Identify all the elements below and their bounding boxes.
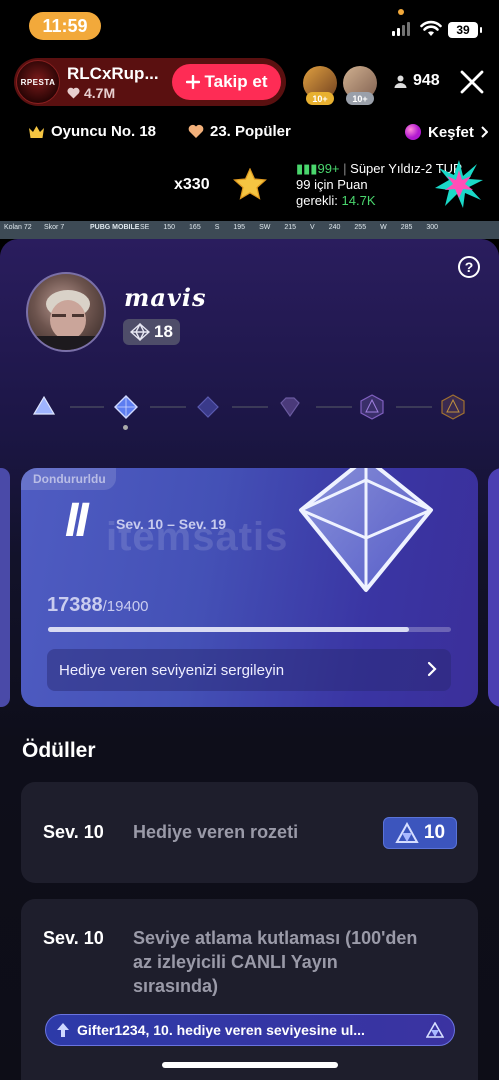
host-pill[interactable]: RPESTA RLCxRup... 4.7M Takip et bbox=[14, 58, 286, 106]
heart-hand-icon bbox=[188, 124, 204, 138]
profile-level-badge: 18 bbox=[123, 319, 180, 345]
crystal-icon bbox=[299, 468, 433, 592]
tier-5-icon[interactable] bbox=[359, 394, 385, 420]
level-progress-bar bbox=[48, 627, 451, 632]
host-name: RLCxRup... bbox=[67, 63, 159, 83]
help-icon[interactable]: ? bbox=[458, 256, 480, 278]
track-line bbox=[150, 406, 186, 408]
orb-icon bbox=[405, 124, 421, 140]
next-card-peek[interactable] bbox=[488, 468, 499, 707]
follow-button[interactable]: Takip et bbox=[172, 64, 281, 100]
player-rank-label: Oyuncu No. 18 bbox=[51, 123, 157, 140]
host-info: RLCxRup... 4.7M bbox=[67, 64, 177, 101]
chevron-right-icon bbox=[481, 126, 488, 138]
profile-avatar bbox=[26, 272, 106, 352]
host-likes: 4.7M bbox=[67, 85, 177, 101]
burst-icon bbox=[435, 160, 483, 208]
chevron-right-icon bbox=[427, 661, 437, 677]
level-up-notice-pill: Gifter1234, 10. hediye veren seviyesine … bbox=[45, 1014, 455, 1046]
gifter-badge-chip: 10 bbox=[383, 817, 457, 849]
diamond-icon bbox=[130, 323, 150, 341]
profile-avatar-image bbox=[36, 290, 100, 350]
profile-name: mavis bbox=[124, 283, 207, 312]
home-indicator[interactable] bbox=[162, 1062, 338, 1068]
host-likes-count: 4.7M bbox=[84, 84, 116, 101]
live-info-row: Oyuncu No. 18 23. Popüler Keşfet bbox=[0, 120, 499, 144]
viewer-badge: 10+ bbox=[346, 92, 374, 105]
gifter-level-panel: ? mavis 18 Dondururldu itemsatis II Sev.… bbox=[0, 239, 499, 1080]
person-icon bbox=[394, 75, 407, 88]
arrow-up-icon bbox=[57, 1023, 69, 1037]
viewer-badge: 10+ bbox=[306, 92, 334, 105]
reward-text: Seviye atlama kutlaması (100'den az izle… bbox=[133, 928, 418, 996]
game-stream-strip: Kolan 72 Skor 7 PUBG MOBILE SE 150 165 S 195… bbox=[0, 221, 499, 239]
track-line bbox=[316, 406, 352, 408]
reward-text: Hediye veren rozeti bbox=[133, 822, 299, 842]
reward-level: Sev. 10 bbox=[43, 928, 104, 948]
viewer-count[interactable]: 948 bbox=[394, 72, 440, 90]
reward-card-badge: Sev. 10 Hediye veren rozeti 10 bbox=[21, 782, 478, 883]
reward-card-celebration: Sev. 10 Seviye atlama kutlaması (100'den… bbox=[21, 899, 478, 1080]
showcase-label: Hediye veren seviyenizi sergileyin bbox=[59, 661, 285, 679]
explore-link[interactable]: Keşfet bbox=[404, 123, 488, 141]
previous-card-peek[interactable] bbox=[0, 468, 10, 707]
time-pill: 11:59 bbox=[29, 12, 101, 40]
track-line bbox=[232, 406, 268, 408]
tier-badge-icon bbox=[426, 1022, 444, 1038]
explore-label: Keşfet bbox=[428, 123, 474, 141]
tier-6-icon[interactable] bbox=[440, 394, 466, 420]
tier-1-icon[interactable] bbox=[32, 394, 56, 418]
top-viewer-avatar-2[interactable]: 10+ bbox=[343, 66, 377, 105]
track-line bbox=[70, 406, 104, 408]
badge-value: 10 bbox=[423, 822, 446, 843]
signal-icon bbox=[392, 22, 410, 36]
rank-label: Süper Yıldız-2 bbox=[350, 161, 433, 176]
game-player-a: Kolan 72 bbox=[4, 224, 32, 231]
follow-label: Takip et bbox=[204, 72, 268, 91]
points-max: /19400 bbox=[102, 598, 149, 615]
player-rank-item[interactable]: Oyuncu No. 18 bbox=[28, 123, 156, 140]
points-current: 17388 bbox=[47, 594, 103, 616]
game-compass: SE 150 165 S 195 SW 215 V 240 255 W 285 300 bbox=[140, 224, 439, 231]
showcase-level-button[interactable]: Hediye veren seviyenizi sergileyin bbox=[47, 649, 451, 691]
current-tier-dot bbox=[123, 425, 128, 430]
level-range: Sev. 10 – Sev. 19 bbox=[116, 516, 227, 532]
plus-icon bbox=[185, 75, 200, 89]
frozen-tag: Dondururldu bbox=[21, 468, 116, 490]
popular-rank-item[interactable]: 23. Popüler bbox=[188, 123, 291, 140]
popular-rank-label: 23. Popüler bbox=[210, 123, 291, 140]
privacy-indicator-dot bbox=[398, 9, 404, 15]
points-needed-value: 14.7K bbox=[341, 193, 376, 208]
viewer-count-value: 948 bbox=[413, 72, 440, 89]
rewards-title: Ödüller bbox=[22, 739, 96, 762]
heart-icon bbox=[67, 87, 80, 98]
game-logo: PUBG MOBILE bbox=[90, 224, 140, 231]
tier-3-icon[interactable] bbox=[196, 395, 220, 419]
tier-roman-numeral: II bbox=[65, 494, 89, 547]
host-avatar[interactable]: RPESTA bbox=[16, 60, 60, 104]
notice-text: Gifter1234, 10. hediye veren seviyesine … bbox=[77, 1022, 365, 1038]
star-icon bbox=[233, 168, 267, 200]
tier-2-icon[interactable] bbox=[113, 394, 139, 420]
reward-level: Sev. 10 bbox=[43, 822, 104, 842]
close-icon[interactable] bbox=[458, 68, 486, 96]
battery-icon: 39 bbox=[448, 22, 482, 38]
level-progress-fill bbox=[48, 627, 410, 632]
wifi-icon bbox=[420, 20, 442, 36]
level-points: 17388/19400 bbox=[47, 594, 149, 617]
gift-multiplier: x330 bbox=[174, 176, 210, 193]
crown-icon bbox=[29, 126, 44, 138]
level-card: Dondururldu itemsatis II Sev. 10 – Sev. … bbox=[21, 468, 478, 707]
top-viewer-avatar-1[interactable]: 10+ bbox=[303, 66, 337, 105]
rank-change: ▮▮▮99+ bbox=[296, 161, 340, 176]
tier-4-icon[interactable] bbox=[278, 395, 302, 419]
track-line bbox=[396, 406, 432, 408]
game-player-b: Skor 7 bbox=[44, 224, 65, 231]
status-bar: 11:59 39 bbox=[0, 0, 499, 50]
profile-level-value: 18 bbox=[154, 322, 173, 341]
tier-badge-icon bbox=[395, 822, 419, 843]
